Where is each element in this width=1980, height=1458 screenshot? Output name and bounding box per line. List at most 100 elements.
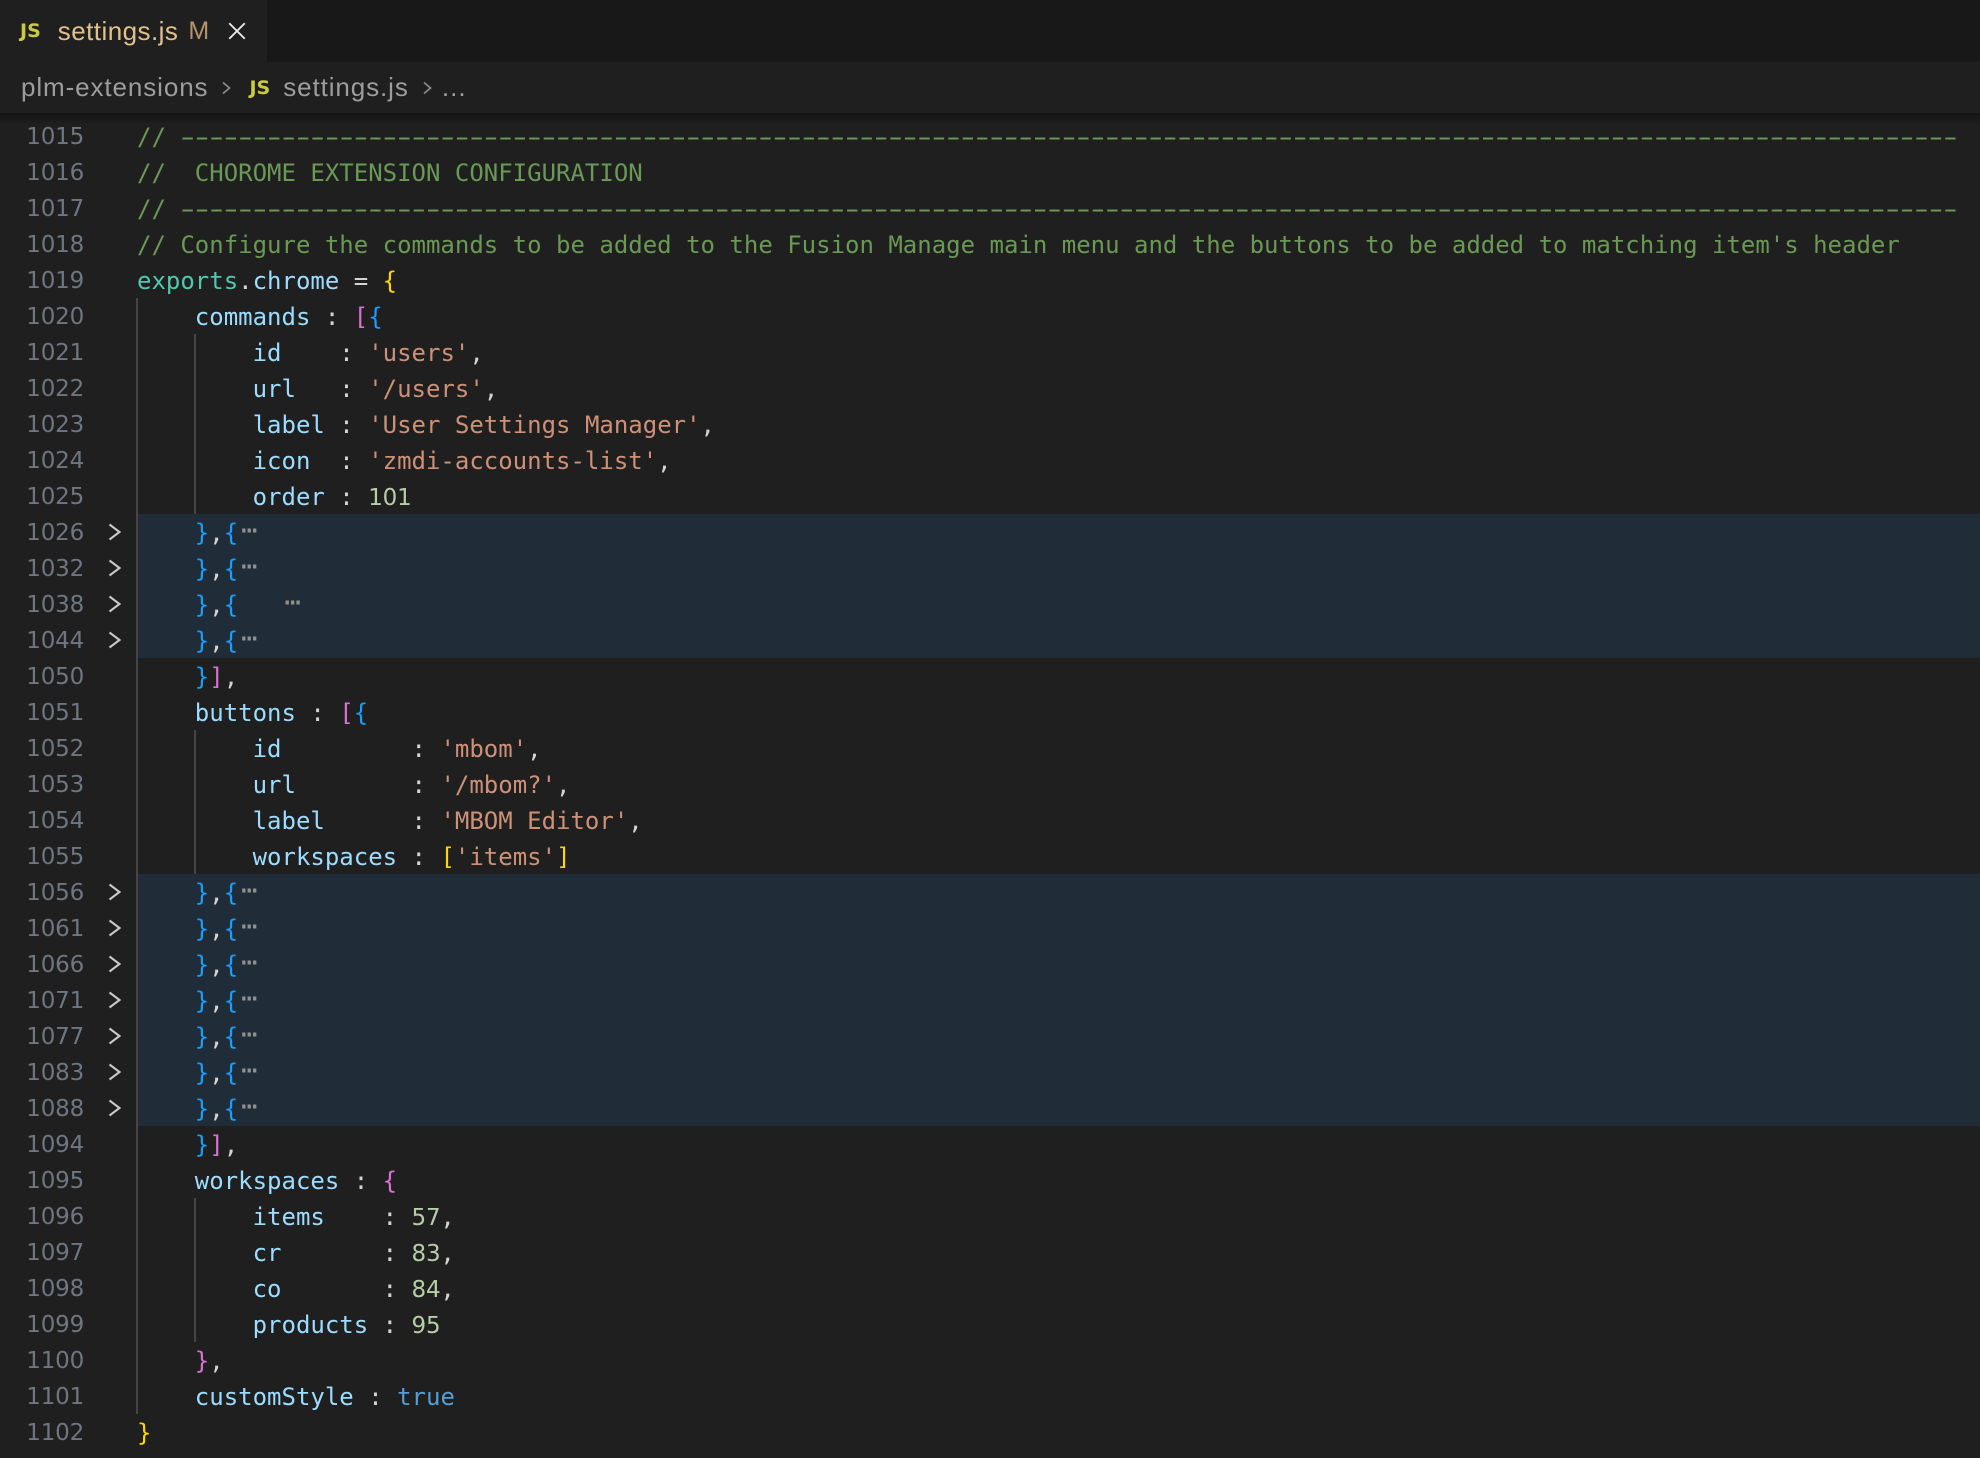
gutter[interactable]: 1102 <box>0 1414 137 1450</box>
folded-code-ellipsis[interactable]: ⋯ <box>241 623 257 654</box>
fold-toggle[interactable] <box>106 990 123 1010</box>
code-line-content[interactable]: id : 'users', <box>137 334 1980 370</box>
code-line[interactable]: 1051 buttons : [{ <box>0 694 1980 730</box>
code-line[interactable]: 1038 },{ ⋯ <box>0 586 1980 622</box>
folded-code-ellipsis[interactable]: ⋯ <box>285 587 301 618</box>
gutter[interactable]: 1095 <box>0 1162 137 1198</box>
line-number[interactable]: 1101 <box>0 1379 84 1415</box>
gutter[interactable]: 1055 <box>0 838 137 874</box>
line-number[interactable]: 1071 <box>0 983 84 1019</box>
code-line-content[interactable]: // Configure the commands to be added to… <box>137 226 1980 262</box>
line-number[interactable]: 1088 <box>0 1091 84 1127</box>
line-number[interactable]: 1066 <box>0 947 84 983</box>
gutter[interactable]: 1025 <box>0 478 137 514</box>
gutter[interactable]: 1101 <box>0 1378 137 1414</box>
code-line[interactable]: 1032 },{⋯ <box>0 550 1980 586</box>
code-line[interactable]: 1077 },{⋯ <box>0 1018 1980 1054</box>
code-line[interactable]: 1095 workspaces : { <box>0 1162 1980 1198</box>
line-number[interactable]: 1017 <box>0 191 84 227</box>
line-number[interactable]: 1032 <box>0 551 84 587</box>
code-line[interactable]: 1020 commands : [{ <box>0 298 1980 334</box>
gutter[interactable]: 1051 <box>0 694 137 730</box>
line-number[interactable]: 1015 <box>0 119 84 155</box>
folded-code-ellipsis[interactable]: ⋯ <box>241 911 257 942</box>
code-line[interactable]: 1018// Configure the commands to be adde… <box>0 226 1980 262</box>
line-number[interactable]: 1094 <box>0 1127 84 1163</box>
fold-toggle[interactable] <box>106 918 123 938</box>
code-line-content[interactable]: }], <box>137 658 1980 694</box>
code-line-content[interactable]: url : '/users', <box>137 370 1980 406</box>
code-line-content[interactable]: }, <box>137 1342 1980 1378</box>
code-line-content[interactable]: exports.chrome = { <box>137 262 1980 298</box>
line-number[interactable]: 1025 <box>0 479 84 515</box>
gutter[interactable]: 1088 <box>0 1090 137 1126</box>
gutter[interactable]: 1071 <box>0 982 137 1018</box>
code-line[interactable]: 1066 },{⋯ <box>0 946 1980 982</box>
gutter[interactable]: 1097 <box>0 1234 137 1270</box>
code-line-content[interactable]: } <box>137 1414 1980 1450</box>
line-number[interactable]: 1055 <box>0 839 84 875</box>
code-line-content[interactable]: customStyle : true <box>137 1378 1980 1414</box>
code-line-content[interactable]: workspaces : ['items'] <box>137 838 1980 874</box>
gutter[interactable]: 1098 <box>0 1270 137 1306</box>
code-line[interactable]: 1022 url : '/users', <box>0 370 1980 406</box>
fold-toggle[interactable] <box>106 558 123 578</box>
line-number[interactable]: 1023 <box>0 407 84 443</box>
code-line-content[interactable]: },{⋯ <box>137 514 1980 550</box>
code-line[interactable]: 1015 // ---------------------------------… <box>0 118 1980 154</box>
code-line[interactable]: 1083 },{⋯ <box>0 1054 1980 1090</box>
code-line-content[interactable]: // -------------------------------------… <box>137 190 1980 226</box>
line-number[interactable]: 1083 <box>0 1055 84 1091</box>
gutter[interactable]: 1038 <box>0 586 137 622</box>
gutter[interactable]: 1053 <box>0 766 137 802</box>
line-number[interactable]: 1016 <box>0 155 84 191</box>
gutter[interactable]: 1050 <box>0 658 137 694</box>
code-editor[interactable]: 1015 // ---------------------------------… <box>0 118 1980 1450</box>
code-line-content[interactable]: commands : [{ <box>137 298 1980 334</box>
code-line-content[interactable]: url : '/mbom?', <box>137 766 1980 802</box>
line-number[interactable]: 1021 <box>0 335 84 371</box>
gutter[interactable]: 1061 <box>0 910 137 946</box>
code-line[interactable]: 1023 label : 'User Settings Manager', <box>0 406 1980 442</box>
code-line[interactable]: 1054 label : 'MBOM Editor', <box>0 802 1980 838</box>
folded-code-ellipsis[interactable]: ⋯ <box>241 983 257 1014</box>
code-line[interactable]: 1097 cr : 83, <box>0 1234 1980 1270</box>
gutter[interactable]: 1044 <box>0 622 137 658</box>
gutter[interactable]: 1094 <box>0 1126 137 1162</box>
code-line[interactable]: 1088 },{⋯ <box>0 1090 1980 1126</box>
line-number[interactable]: 1056 <box>0 875 84 911</box>
gutter[interactable]: 1019 <box>0 262 137 298</box>
gutter[interactable]: 1056 <box>0 874 137 910</box>
gutter[interactable]: 1066 <box>0 946 137 982</box>
fold-toggle[interactable] <box>106 594 123 614</box>
code-line-content[interactable]: },{⋯ <box>137 1054 1980 1090</box>
fold-toggle[interactable] <box>106 1026 123 1046</box>
code-line-content[interactable]: buttons : [{ <box>137 694 1980 730</box>
folded-code-ellipsis[interactable]: ⋯ <box>241 1091 257 1122</box>
folded-code-ellipsis[interactable]: ⋯ <box>241 947 257 978</box>
gutter[interactable]: 1026 <box>0 514 137 550</box>
line-number[interactable]: 1097 <box>0 1235 84 1271</box>
gutter[interactable]: 1077 <box>0 1018 137 1054</box>
code-line-content[interactable]: },{⋯ <box>137 874 1980 910</box>
code-line-content[interactable]: order : 101 <box>137 478 1980 514</box>
folded-code-ellipsis[interactable]: ⋯ <box>241 875 257 906</box>
code-line[interactable]: 1056 },{⋯ <box>0 874 1980 910</box>
code-line[interactable]: 1100 }, <box>0 1342 1980 1378</box>
breadcrumb-symbol-tail[interactable]: … <box>441 72 468 103</box>
gutter[interactable]: 1022 <box>0 370 137 406</box>
code-line-content[interactable]: },{⋯ <box>137 550 1980 586</box>
line-number[interactable]: 1022 <box>0 371 84 407</box>
code-line[interactable]: 1101 customStyle : true <box>0 1378 1980 1414</box>
line-number[interactable]: 1052 <box>0 731 84 767</box>
code-line-content[interactable]: },{⋯ <box>137 1018 1980 1054</box>
code-line-content[interactable]: label : 'User Settings Manager', <box>137 406 1980 442</box>
code-line[interactable]: 1053 url : '/mbom?', <box>0 766 1980 802</box>
code-line-content[interactable]: // -------------------------------------… <box>137 118 1980 154</box>
line-number[interactable]: 1095 <box>0 1163 84 1199</box>
code-line-content[interactable]: },{⋯ <box>137 910 1980 946</box>
code-line-content[interactable]: workspaces : { <box>137 1162 1980 1198</box>
line-number[interactable]: 1050 <box>0 659 84 695</box>
line-number[interactable]: 1077 <box>0 1019 84 1055</box>
gutter[interactable]: 1052 <box>0 730 137 766</box>
